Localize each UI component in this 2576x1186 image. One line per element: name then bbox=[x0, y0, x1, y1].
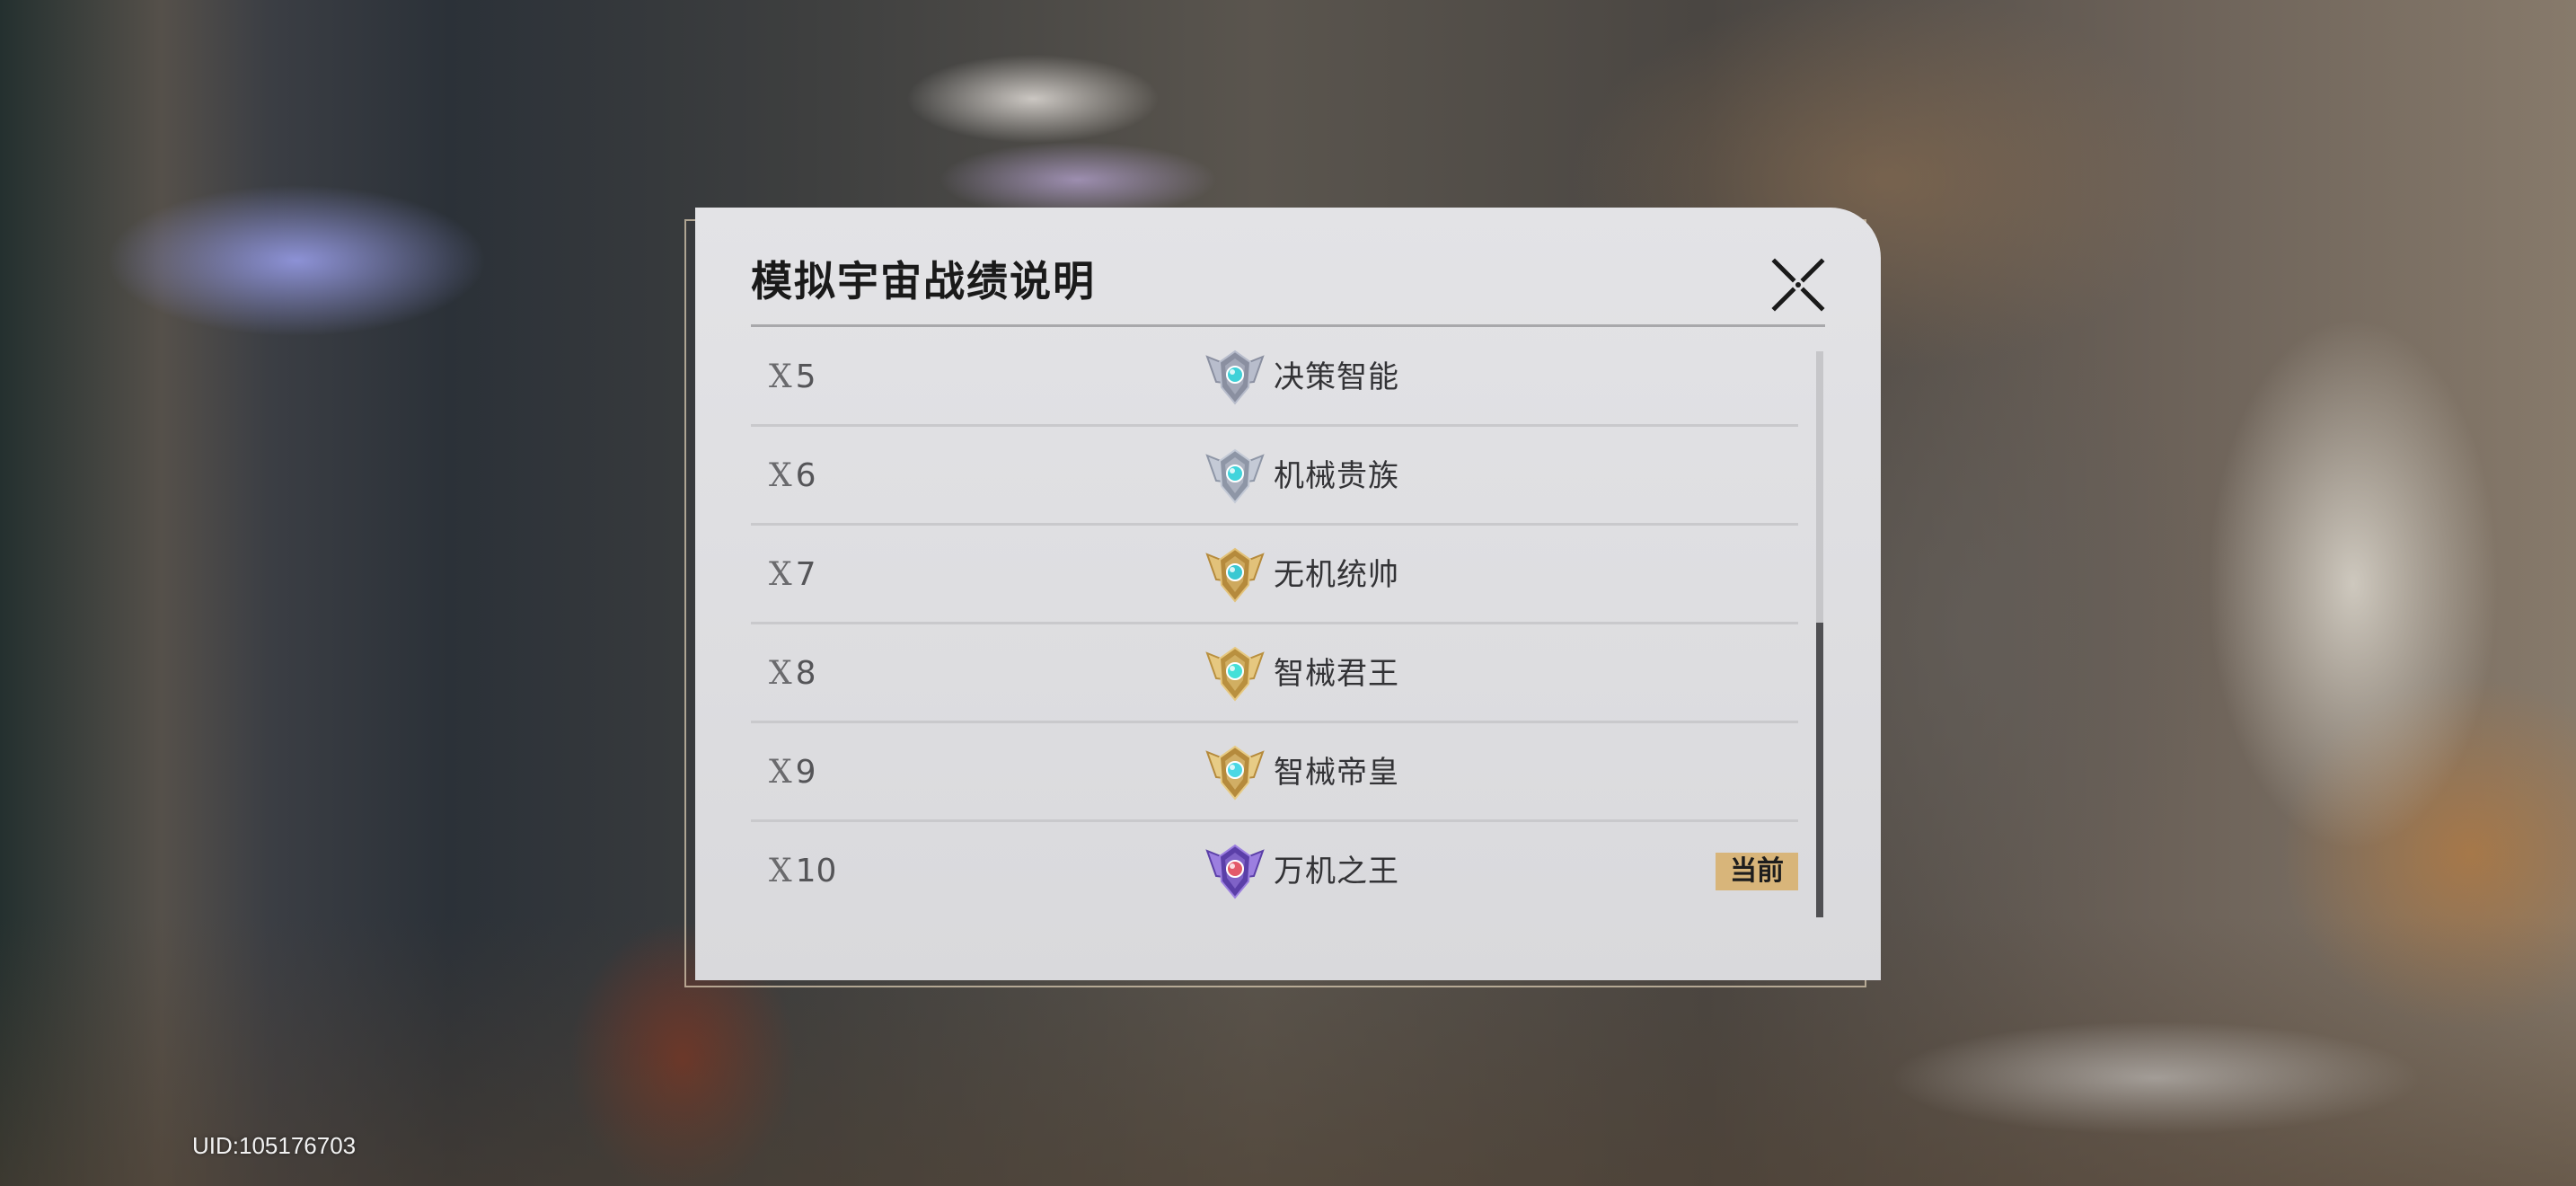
rank-name: 机械贵族 bbox=[1274, 458, 1399, 494]
rank-name: 智械君王 bbox=[1274, 656, 1399, 692]
rank-level: X8 bbox=[769, 624, 816, 723]
rank-row: X6 机械贵族 bbox=[751, 427, 1798, 526]
level-prefix: X bbox=[769, 655, 792, 692]
level-number: 10 bbox=[795, 853, 837, 890]
level-prefix: X bbox=[769, 853, 792, 890]
rank-badge-silver-icon bbox=[1205, 448, 1265, 504]
rank-level: X7 bbox=[769, 526, 816, 624]
record-explanation-dialog: 模拟宇宙战绩说明 X5 决策智能 X6 机械贵族 X7 无机统帅 X8 智械君王… bbox=[695, 208, 1881, 980]
uid-label: UID:105176703 bbox=[192, 1132, 357, 1159]
level-prefix: X bbox=[769, 457, 792, 494]
rank-name: 万机之王 bbox=[1274, 854, 1399, 890]
dialog-title: 模拟宇宙战绩说明 bbox=[751, 257, 1096, 305]
rank-badge-gold-icon bbox=[1205, 547, 1265, 603]
rank-level: X5 bbox=[769, 328, 816, 427]
rank-badge-gold-teal-icon bbox=[1205, 646, 1265, 702]
rank-name: 决策智能 bbox=[1274, 359, 1399, 395]
close-button[interactable] bbox=[1768, 254, 1829, 315]
rank-badge-silver-icon bbox=[1205, 350, 1265, 405]
rank-badge-gold-winged-icon bbox=[1205, 745, 1265, 801]
level-number: 6 bbox=[795, 457, 816, 494]
rank-level: X6 bbox=[769, 427, 816, 526]
rank-level: X 10 bbox=[769, 822, 836, 921]
rank-row: X7 无机统帅 bbox=[751, 526, 1798, 624]
rank-row: X5 决策智能 bbox=[751, 328, 1798, 427]
level-prefix: X bbox=[769, 754, 792, 791]
title-divider bbox=[751, 324, 1825, 327]
rank-badge-violet-icon bbox=[1205, 844, 1265, 899]
level-number: 7 bbox=[795, 556, 816, 593]
rank-name: 无机统帅 bbox=[1274, 557, 1399, 593]
rank-row-current: X 10 万机之王 当前 bbox=[751, 822, 1798, 921]
rank-row: X9 智械帝皇 bbox=[751, 723, 1798, 822]
level-prefix: X bbox=[769, 556, 792, 593]
rank-level: X9 bbox=[769, 723, 816, 822]
rank-list[interactable]: X5 决策智能 X6 机械贵族 X7 无机统帅 X8 智械君王 X9 智械帝皇 … bbox=[751, 328, 1798, 948]
level-number: 9 bbox=[795, 754, 816, 791]
rank-row: X8 智械君王 bbox=[751, 624, 1798, 723]
level-number: 8 bbox=[795, 655, 816, 692]
level-number: 5 bbox=[795, 358, 816, 395]
level-prefix: X bbox=[769, 358, 792, 395]
scrollbar-thumb[interactable] bbox=[1816, 623, 1823, 917]
scrollbar-track[interactable] bbox=[1816, 351, 1823, 917]
rank-name: 智械帝皇 bbox=[1274, 755, 1399, 791]
close-x-icon bbox=[1771, 258, 1825, 312]
current-rank-tag: 当前 bbox=[1716, 853, 1798, 890]
